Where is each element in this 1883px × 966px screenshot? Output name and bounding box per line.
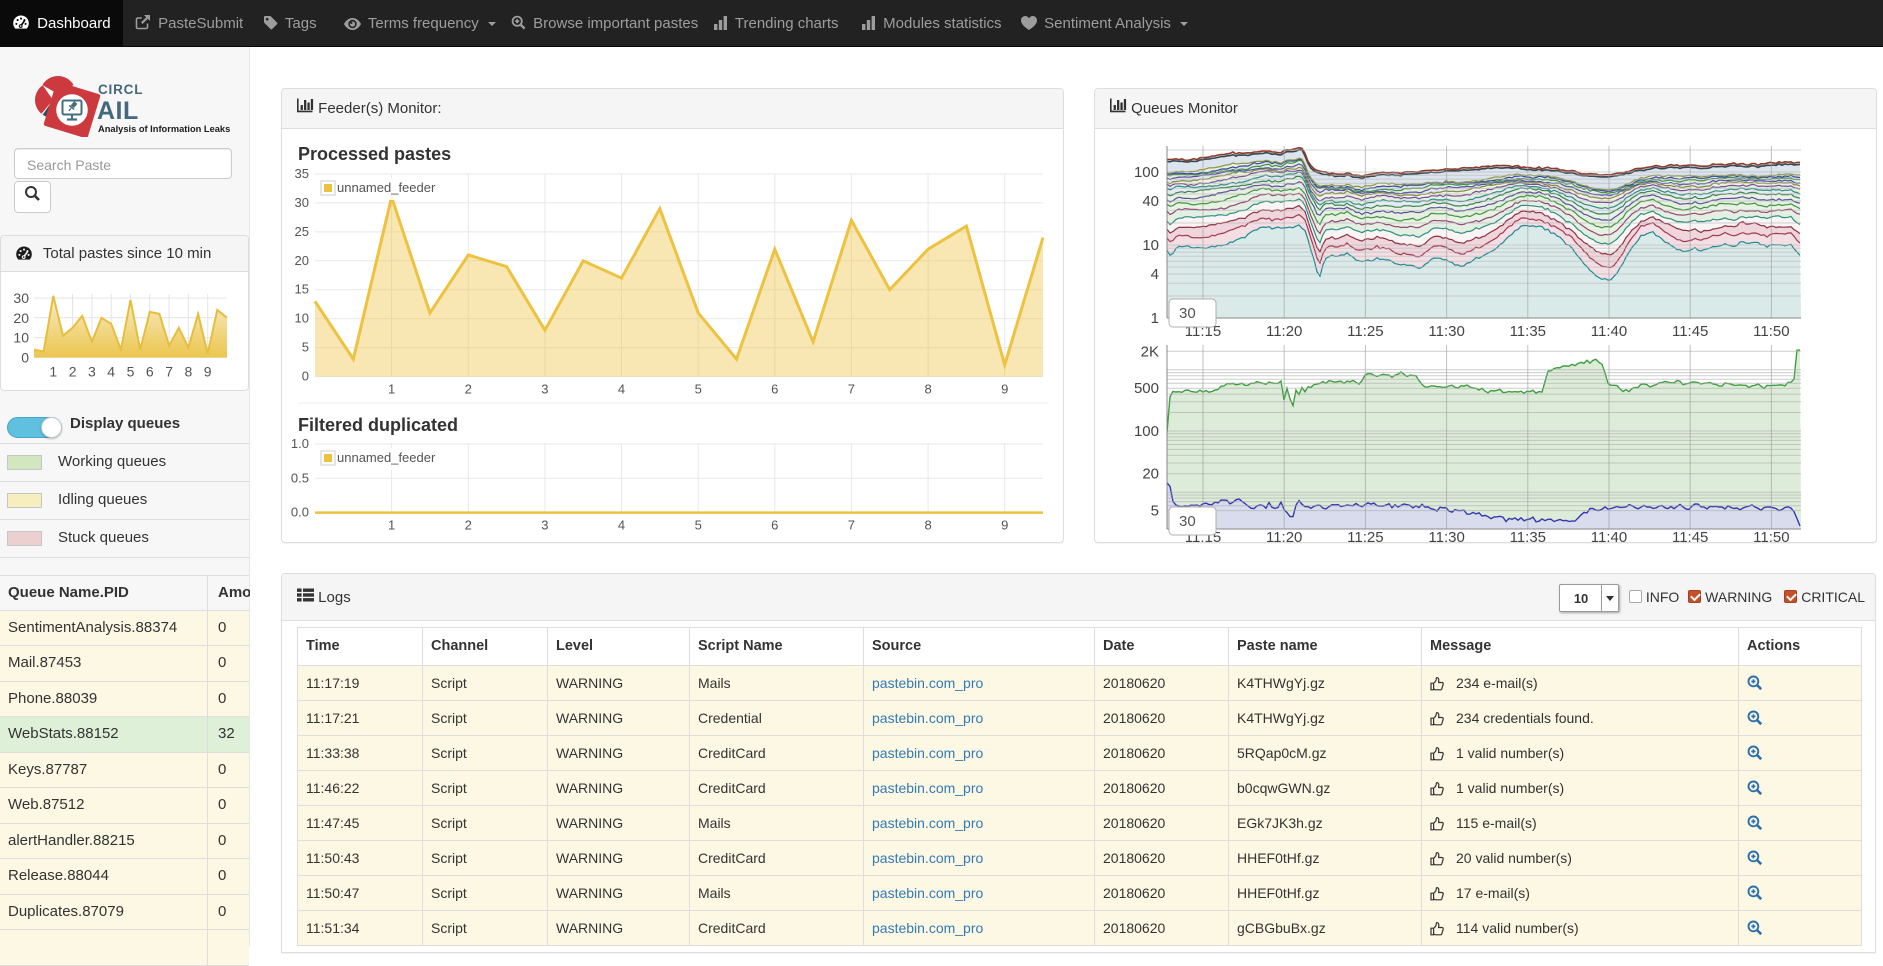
svg-text:30: 30 [1179, 305, 1196, 322]
svg-text:3: 3 [541, 382, 548, 397]
svg-text:30: 30 [1179, 513, 1196, 530]
svg-text:unnamed_feeder: unnamed_feeder [337, 180, 436, 195]
svg-text:1.0: 1.0 [291, 436, 309, 451]
svg-text:11:35: 11:35 [1510, 529, 1546, 543]
svg-text:6: 6 [146, 364, 154, 380]
svg-text:5: 5 [302, 340, 309, 355]
svg-text:1: 1 [388, 382, 395, 397]
svg-text:1: 1 [49, 364, 57, 380]
svg-text:2: 2 [69, 364, 77, 380]
svg-text:8: 8 [924, 518, 931, 533]
svg-text:CIRCL: CIRCL [98, 82, 143, 97]
svg-text:6: 6 [771, 518, 778, 533]
svg-text:4: 4 [618, 518, 625, 533]
svg-text:100: 100 [1134, 164, 1159, 181]
svg-text:11:30: 11:30 [1428, 323, 1464, 340]
svg-text:4: 4 [618, 382, 625, 397]
svg-text:0.5: 0.5 [291, 470, 309, 485]
svg-text:11:45: 11:45 [1672, 529, 1708, 543]
svg-text:unnamed_feeder: unnamed_feeder [337, 450, 436, 465]
svg-text:3: 3 [541, 518, 548, 533]
svg-text:30: 30 [295, 195, 309, 210]
svg-text:0: 0 [302, 369, 309, 384]
svg-text:2K: 2K [1141, 343, 1159, 360]
svg-text:25: 25 [295, 224, 309, 239]
svg-text:35: 35 [295, 166, 309, 181]
svg-text:10: 10 [295, 311, 309, 326]
svg-text:7: 7 [848, 518, 855, 533]
svg-text:0: 0 [21, 350, 29, 366]
svg-text:5: 5 [695, 382, 702, 397]
svg-text:Filtered duplicated: Filtered duplicated [298, 415, 458, 435]
svg-text:11:25: 11:25 [1347, 323, 1383, 340]
svg-text:2: 2 [465, 518, 472, 533]
svg-text:Analysis of Information Leaks: Analysis of Information Leaks [98, 124, 230, 134]
svg-text:11:50: 11:50 [1753, 323, 1789, 340]
svg-text:7: 7 [848, 382, 855, 397]
svg-text:7: 7 [165, 364, 173, 380]
svg-text:20: 20 [295, 253, 309, 268]
svg-text:9: 9 [1001, 382, 1008, 397]
svg-text:11:50: 11:50 [1753, 529, 1789, 543]
svg-text:9: 9 [204, 364, 212, 380]
svg-text:9: 9 [1001, 518, 1008, 533]
svg-text:11:45: 11:45 [1672, 323, 1708, 340]
svg-text:AIL: AIL [97, 97, 139, 125]
svg-text:11:20: 11:20 [1266, 323, 1302, 340]
svg-text:4: 4 [107, 364, 115, 380]
svg-text:20: 20 [13, 310, 29, 326]
svg-text:11:35: 11:35 [1510, 323, 1546, 340]
svg-text:11:25: 11:25 [1347, 529, 1383, 543]
svg-text:20: 20 [1142, 466, 1159, 483]
svg-text:11:40: 11:40 [1591, 529, 1627, 543]
svg-text:5: 5 [127, 364, 135, 380]
svg-text:1: 1 [1151, 310, 1159, 327]
svg-text:8: 8 [185, 364, 193, 380]
svg-text:5: 5 [1151, 503, 1159, 520]
svg-text:6: 6 [771, 382, 778, 397]
svg-text:11:20: 11:20 [1266, 529, 1302, 543]
svg-text:2: 2 [465, 382, 472, 397]
svg-text:5: 5 [695, 518, 702, 533]
svg-text:3: 3 [88, 364, 96, 380]
svg-text:100: 100 [1134, 423, 1159, 440]
svg-text:10: 10 [13, 330, 29, 346]
svg-text:1: 1 [388, 518, 395, 533]
svg-text:10: 10 [1142, 237, 1159, 254]
svg-text:15: 15 [295, 282, 309, 297]
svg-text:Processed pastes: Processed pastes [298, 144, 451, 164]
svg-text:8: 8 [924, 382, 931, 397]
svg-text:500: 500 [1134, 380, 1159, 397]
svg-text:11:30: 11:30 [1428, 529, 1464, 543]
svg-text:11:40: 11:40 [1591, 323, 1627, 340]
svg-text:30: 30 [13, 290, 29, 306]
svg-text:4: 4 [1151, 266, 1159, 283]
svg-text:0.0: 0.0 [291, 505, 309, 520]
svg-text:40: 40 [1142, 193, 1159, 210]
